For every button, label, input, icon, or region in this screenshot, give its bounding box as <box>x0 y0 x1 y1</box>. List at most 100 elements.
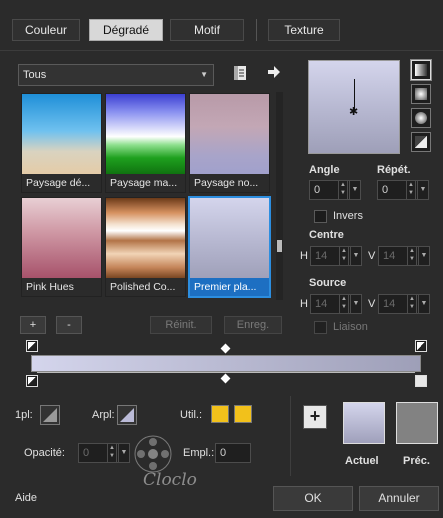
gradient-bar[interactable] <box>31 355 421 372</box>
center-v-dropdown[interactable]: ▼ <box>418 247 429 265</box>
category-value: Tous <box>23 69 47 81</box>
gradient-item-label: Pink Hues <box>22 278 101 296</box>
ok-button[interactable]: OK <box>273 486 353 511</box>
tab-texture[interactable]: Texture <box>268 19 340 41</box>
source-h-value: 14 <box>315 298 328 310</box>
tab-couleur[interactable]: Couleur <box>12 19 80 41</box>
opacity-value: 0 <box>83 447 90 459</box>
invert-label: Invers <box>333 210 363 222</box>
add-swatch-button[interactable]: + <box>303 405 327 429</box>
center-v-input[interactable]: 14 ▲ ▼ ▼ <box>378 246 430 266</box>
center-h-label: H <box>300 250 308 262</box>
help-link[interactable]: Aide <box>15 492 37 504</box>
previous-label: Préc. <box>403 455 430 467</box>
source-v-input[interactable]: 14 ▲ ▼ ▼ <box>378 294 430 314</box>
gradient-swatch <box>22 94 101 176</box>
tab-separator <box>0 50 443 51</box>
save-gradient-button[interactable]: Enreg. <box>224 316 282 334</box>
arrow-right-icon[interactable] <box>267 65 281 79</box>
center-h-value: 14 <box>315 250 328 262</box>
gradient-item-paysage-desert[interactable]: Paysage dé... <box>21 93 102 193</box>
gradient-item-premier-plan[interactable]: Premier pla... <box>188 196 271 298</box>
sunburst-style-button[interactable] <box>411 108 431 128</box>
foreground-stop-button[interactable] <box>40 405 60 425</box>
gradient-item-label: Polished Co... <box>106 278 185 296</box>
user-color-label: Util.: <box>180 409 202 421</box>
gradient-preview[interactable]: ✱ <box>308 60 400 154</box>
tab-divider <box>256 19 257 41</box>
angle-input[interactable]: 0 ▲ ▼ ▼ <box>309 180 361 200</box>
radial-style-button[interactable] <box>411 132 431 152</box>
source-h-dropdown[interactable]: ▼ <box>350 295 361 313</box>
opacity-stop-left[interactable] <box>26 340 38 352</box>
background-label: Arpl: <box>92 409 115 421</box>
opacity-label: Opacité: <box>24 447 65 459</box>
gradient-list: Paysage dé... Paysage ma... Paysage no..… <box>18 90 274 302</box>
gradient-item-label: Paysage ma... <box>106 174 185 192</box>
scrollbar-thumb[interactable] <box>277 240 282 252</box>
gradient-item-pink-hues[interactable]: Pink Hues <box>21 197 102 297</box>
add-gradient-button[interactable]: + <box>20 316 46 334</box>
reset-button[interactable]: Réinit. <box>150 316 212 334</box>
linear-style-button[interactable] <box>410 59 432 81</box>
color-stop-right[interactable] <box>415 375 427 387</box>
gradient-swatch <box>106 198 185 280</box>
source-h-stepper[interactable]: ▲ ▼ <box>339 295 349 313</box>
rectangular-style-button[interactable] <box>411 84 431 104</box>
center-h-dropdown[interactable]: ▼ <box>350 247 361 265</box>
center-h-stepper[interactable]: ▲ ▼ <box>339 247 349 265</box>
current-swatch[interactable] <box>343 402 385 444</box>
remove-gradient-button[interactable]: - <box>56 316 82 334</box>
gradient-item-label: Premier pla... <box>190 278 269 296</box>
location-input[interactable]: 0 <box>215 443 251 463</box>
gradient-swatch <box>190 198 269 280</box>
source-v-value: 14 <box>383 298 396 310</box>
category-dropdown[interactable]: Tous ▼ <box>18 64 214 86</box>
source-h-label: H <box>300 298 308 310</box>
repeat-stepper[interactable]: ▲ ▼ <box>406 181 416 199</box>
opacity-stop-right[interactable] <box>415 340 427 352</box>
user-color-swatch[interactable] <box>211 405 229 423</box>
gradient-swatch <box>22 198 101 280</box>
repeat-dropdown[interactable]: ▼ <box>417 181 428 199</box>
center-h-input[interactable]: 14 ▲ ▼ ▼ <box>310 246 362 266</box>
user-color-swatch-2[interactable] <box>234 405 252 423</box>
gradient-item-paysage-ma[interactable]: Paysage ma... <box>105 93 186 193</box>
gradient-item-paysage-no[interactable]: Paysage no... <box>189 93 270 193</box>
cancel-button[interactable]: Annuler <box>359 486 439 511</box>
gradient-item-polished-copper[interactable]: Polished Co... <box>105 197 186 297</box>
angle-dropdown[interactable]: ▼ <box>349 181 360 199</box>
source-v-stepper[interactable]: ▲ ▼ <box>407 295 417 313</box>
library-icon[interactable] <box>232 65 248 81</box>
repeat-input[interactable]: 0 ▲ ▼ ▼ <box>377 180 429 200</box>
repeat-value: 0 <box>382 184 389 196</box>
invert-checkbox[interactable] <box>314 210 327 223</box>
angle-stepper[interactable]: ▲ ▼ <box>338 181 348 199</box>
angle-value: 0 <box>314 184 321 196</box>
gradient-item-label: Paysage no... <box>190 174 269 192</box>
center-v-stepper[interactable]: ▲ ▼ <box>407 247 417 265</box>
opacity-midpoint-handle[interactable] <box>220 343 231 354</box>
tab-degrade[interactable]: Dégradé <box>89 19 163 41</box>
gradient-swatch <box>106 94 185 176</box>
gradient-list-scrollbar[interactable] <box>276 92 283 300</box>
source-v-dropdown[interactable]: ▼ <box>418 295 429 313</box>
angle-handle-icon[interactable]: ✱ <box>349 105 358 118</box>
tab-motif[interactable]: Motif <box>170 19 244 41</box>
link-checkbox[interactable] <box>314 321 327 334</box>
color-midpoint-handle[interactable] <box>220 373 231 384</box>
swatch-divider <box>290 396 291 476</box>
angle-label: Angle <box>309 164 340 176</box>
gradient-item-label: Paysage dé... <box>22 174 101 192</box>
previous-swatch[interactable] <box>396 402 438 444</box>
center-label: Centre <box>309 229 344 241</box>
current-label: Actuel <box>345 455 379 467</box>
chevron-down-icon: ▼ <box>200 70 208 79</box>
repeat-label: Répét. <box>377 164 411 176</box>
source-label: Source <box>309 277 347 289</box>
watermark-logo: Cloclo <box>115 432 205 502</box>
color-stop-left[interactable] <box>26 375 38 387</box>
watermark-text: Cloclo <box>143 470 197 490</box>
source-h-input[interactable]: 14 ▲ ▼ ▼ <box>310 294 362 314</box>
background-stop-button[interactable] <box>117 405 137 425</box>
